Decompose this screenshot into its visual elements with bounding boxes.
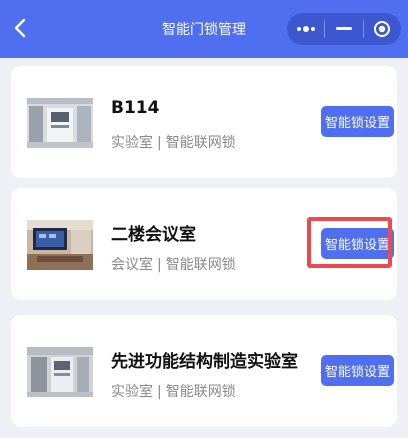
lock-settings-button[interactable]: 智能锁设置 <box>321 228 394 259</box>
lock-settings-button[interactable]: 智能锁设置 <box>321 106 394 137</box>
nav-header: 智能门锁管理 <box>0 0 408 58</box>
meta-divider: | <box>157 257 162 273</box>
minimize-icon <box>335 27 352 30</box>
room-photo <box>27 347 93 397</box>
more-button[interactable] <box>287 13 324 45</box>
close-target-icon <box>374 21 391 37</box>
room-name: 先进功能结构制造实验室 <box>111 352 298 372</box>
room-card[interactable]: B114 实验室 | 智能联网锁 智能锁设置 <box>11 66 397 178</box>
room-type: 实验室 <box>111 384 153 400</box>
lock-category: 智能联网锁 <box>165 384 236 400</box>
room-photo <box>27 220 93 270</box>
room-type: 实验室 <box>111 135 153 151</box>
room-name: B114 <box>111 98 160 118</box>
miniprogram-capsule <box>287 13 401 45</box>
lock-category: 智能联网锁 <box>165 135 236 151</box>
room-type: 会议室 <box>111 257 153 273</box>
room-card[interactable]: 先进功能结构制造实验室 实验室 | 智能联网锁 智能锁设置 <box>11 315 397 427</box>
room-photo <box>27 98 93 148</box>
room-meta: 实验室 | 智能联网锁 <box>111 381 236 401</box>
room-meta: 会议室 | 智能联网锁 <box>111 254 236 274</box>
room-meta: 实验室 | 智能联网锁 <box>111 132 236 152</box>
lock-settings-button[interactable]: 智能锁设置 <box>321 355 394 386</box>
minimize-button[interactable] <box>325 13 362 45</box>
lock-category: 智能联网锁 <box>165 257 236 273</box>
close-button[interactable] <box>364 13 401 45</box>
room-card[interactable]: 二楼会议室 会议室 | 智能联网锁 智能锁设置 <box>11 188 397 300</box>
meta-divider: | <box>157 135 162 151</box>
room-name: 二楼会议室 <box>111 225 196 245</box>
meta-divider: | <box>157 384 162 400</box>
more-dots-icon <box>296 26 315 32</box>
